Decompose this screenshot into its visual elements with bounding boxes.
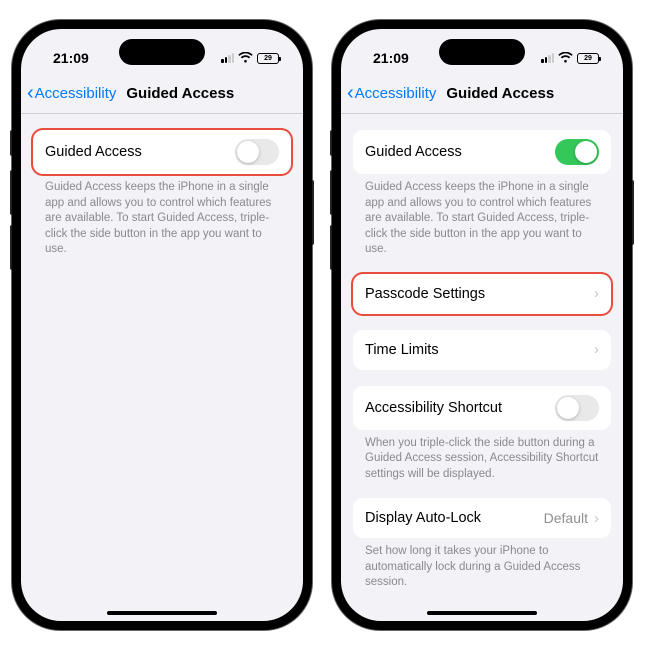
back-label: Accessibility xyxy=(355,85,437,102)
signal-icon xyxy=(221,53,234,63)
screen-right: 21:09 29 ‹ Accessibility Guided Access G… xyxy=(341,29,623,621)
accessibility-shortcut-toggle[interactable] xyxy=(555,395,599,421)
status-icons: 29 xyxy=(541,51,599,66)
wifi-icon xyxy=(558,51,573,66)
chevron-right-icon: › xyxy=(594,285,599,302)
phone-frame-right: 21:09 29 ‹ Accessibility Guided Access G… xyxy=(332,20,632,630)
phone-frame-left: 21:09 29 ‹ Accessibility Guided Access G… xyxy=(12,20,312,630)
guided-access-label: Guided Access xyxy=(45,144,142,160)
guided-access-footer: Guided Access keeps the iPhone in a sing… xyxy=(21,174,303,258)
guided-access-cell: Guided Access xyxy=(353,130,611,174)
chevron-right-icon: › xyxy=(594,341,599,358)
signal-icon xyxy=(541,53,554,63)
guided-access-toggle-on[interactable] xyxy=(555,139,599,165)
accessibility-shortcut-footer: When you triple-click the side button du… xyxy=(341,430,623,483)
battery-icon: 29 xyxy=(577,53,599,64)
back-button[interactable]: ‹ Accessibility xyxy=(27,83,116,103)
guided-access-footer: Guided Access keeps the iPhone in a sing… xyxy=(341,174,623,258)
display-auto-lock-value: Default xyxy=(544,510,588,526)
page-title: Guided Access xyxy=(126,85,234,102)
status-icons: 29 xyxy=(221,51,279,66)
back-button[interactable]: ‹ Accessibility xyxy=(347,83,436,103)
accessibility-shortcut-label: Accessibility Shortcut xyxy=(365,400,502,416)
display-auto-lock-cell[interactable]: Display Auto-Lock Default › xyxy=(353,498,611,538)
guided-access-toggle-off[interactable] xyxy=(235,139,279,165)
time-limits-label: Time Limits xyxy=(365,342,439,358)
display-auto-lock-label: Display Auto-Lock xyxy=(365,510,481,526)
chevron-right-icon: › xyxy=(594,510,599,527)
dynamic-island xyxy=(439,39,525,65)
passcode-settings-cell[interactable]: Passcode Settings › xyxy=(353,274,611,314)
wifi-icon xyxy=(238,51,253,66)
guided-access-label: Guided Access xyxy=(365,144,462,160)
accessibility-shortcut-cell: Accessibility Shortcut xyxy=(353,386,611,430)
display-auto-lock-footer: Set how long it takes your iPhone to aut… xyxy=(341,538,623,591)
nav-bar: ‹ Accessibility Guided Access xyxy=(341,73,623,114)
home-indicator[interactable] xyxy=(427,611,537,615)
status-time: 21:09 xyxy=(53,50,89,66)
passcode-settings-label: Passcode Settings xyxy=(365,286,485,302)
time-limits-cell[interactable]: Time Limits › xyxy=(353,330,611,370)
guided-access-cell: Guided Access xyxy=(33,130,291,174)
dynamic-island xyxy=(119,39,205,65)
nav-bar: ‹ Accessibility Guided Access xyxy=(21,73,303,114)
chevron-left-icon: ‹ xyxy=(347,83,354,103)
status-time: 21:09 xyxy=(373,50,409,66)
page-title: Guided Access xyxy=(446,85,554,102)
screen-left: 21:09 29 ‹ Accessibility Guided Access G… xyxy=(21,29,303,621)
home-indicator[interactable] xyxy=(107,611,217,615)
back-label: Accessibility xyxy=(35,85,117,102)
chevron-left-icon: ‹ xyxy=(27,83,34,103)
battery-icon: 29 xyxy=(257,53,279,64)
